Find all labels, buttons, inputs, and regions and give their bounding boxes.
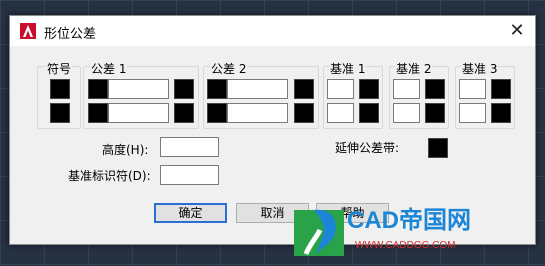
symbol-header: 符号 <box>46 60 73 77</box>
datum2-value-field-1[interactable] <box>393 79 420 99</box>
tol2-value-field-2[interactable] <box>227 103 288 123</box>
height-label: 高度(H): <box>102 143 149 157</box>
datum1-value-field-2[interactable] <box>327 103 354 123</box>
dialog-title: 形位公差 <box>44 27 97 42</box>
tol1-material-condition-1[interactable] <box>174 79 194 99</box>
tol2-material-condition-1[interactable] <box>294 79 314 99</box>
tol1-material-condition-2[interactable] <box>174 103 194 123</box>
close-icon[interactable]: ✕ <box>499 16 535 46</box>
tol1-value-field-1[interactable] <box>108 79 169 99</box>
datum2-material-condition-2[interactable] <box>425 103 445 123</box>
cad-empire-logo-icon <box>294 209 344 256</box>
title-bar: 形位公差 ✕ <box>10 16 535 46</box>
datum2-header: 基准 2 <box>395 60 433 77</box>
tol1-diameter-toggle-2[interactable] <box>88 103 108 123</box>
projected-zone-toggle[interactable] <box>428 138 448 158</box>
cad-empire-watermark: CAD帝国网 WWW.CADDGG.COM <box>292 196 545 266</box>
tol2-diameter-toggle-1[interactable] <box>207 79 227 99</box>
autocad-logo-icon <box>20 23 36 39</box>
watermark-url: WWW.CADDGG.COM <box>355 240 456 251</box>
tolerance1-header: 公差 1 <box>90 60 128 77</box>
watermark-brand: CAD帝国网 <box>347 207 471 234</box>
tol1-value-field-2[interactable] <box>108 103 169 123</box>
symbol-selector-1[interactable] <box>50 79 70 99</box>
datum1-material-condition-2[interactable] <box>359 103 379 123</box>
projected-zone-label: 延伸公差带: <box>335 141 400 155</box>
tol2-value-field-1[interactable] <box>227 79 288 99</box>
height-field[interactable] <box>160 137 219 157</box>
datum-identifier-field[interactable] <box>160 165 219 185</box>
tol2-diameter-toggle-2[interactable] <box>207 103 227 123</box>
symbol-selector-2[interactable] <box>50 103 70 123</box>
datum1-header: 基准 1 <box>329 60 367 77</box>
datum1-value-field-1[interactable] <box>327 79 354 99</box>
datum1-material-condition-1[interactable] <box>359 79 379 99</box>
datum2-value-field-2[interactable] <box>393 103 420 123</box>
datum3-material-condition-2[interactable] <box>491 103 511 123</box>
tol2-material-condition-2[interactable] <box>294 103 314 123</box>
ok-button[interactable]: 确定 <box>154 203 227 223</box>
datum3-value-field-1[interactable] <box>459 79 486 99</box>
datum3-value-field-2[interactable] <box>459 103 486 123</box>
datum3-header: 基准 3 <box>461 60 499 77</box>
datum2-material-condition-1[interactable] <box>425 79 445 99</box>
datum-identifier-label: 基准标识符(D): <box>68 169 151 183</box>
datum3-material-condition-1[interactable] <box>491 79 511 99</box>
tolerance2-header: 公差 2 <box>210 60 248 77</box>
tol1-diameter-toggle-1[interactable] <box>88 79 108 99</box>
